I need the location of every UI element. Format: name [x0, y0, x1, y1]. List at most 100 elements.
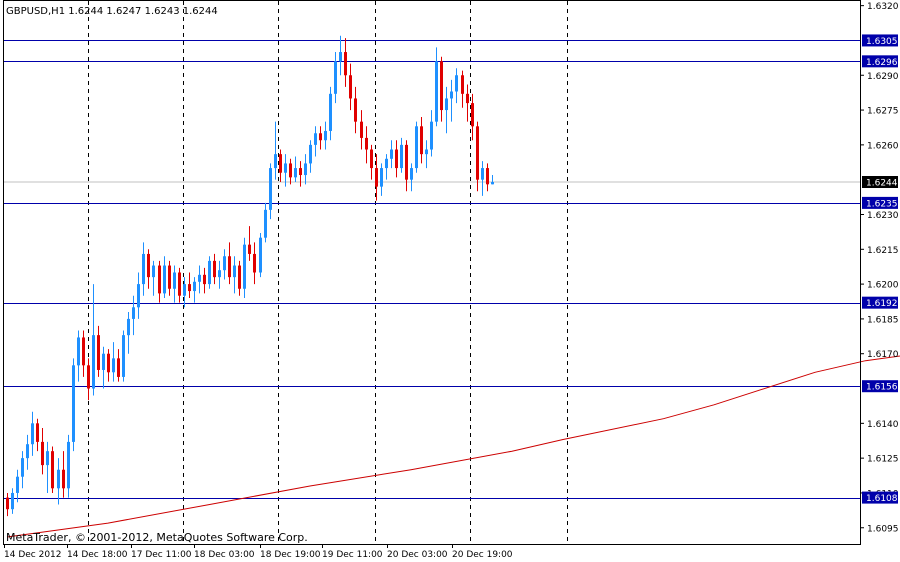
price-tick-label: 1.6125 — [867, 455, 899, 465]
candle-body — [264, 209, 267, 238]
candle-body — [248, 244, 251, 254]
candle-body — [168, 265, 171, 289]
price-tick-label: 1.6170 — [867, 350, 899, 360]
time-tick-label: 14 Dec 2012 — [4, 550, 62, 560]
candle-body — [107, 353, 110, 373]
candle-body — [354, 98, 357, 122]
candle-body — [390, 149, 393, 159]
candle-body — [203, 274, 206, 285]
candle-body — [117, 358, 120, 377]
candle-body — [21, 458, 24, 477]
candle-body — [360, 121, 363, 138]
candle-body — [430, 121, 433, 150]
candle-body — [31, 423, 34, 445]
candle-body — [11, 492, 14, 510]
candle — [72, 358, 75, 452]
candle-body — [471, 103, 474, 127]
candle-body — [253, 253, 256, 273]
candle-body — [445, 98, 448, 111]
candle-body — [82, 337, 85, 366]
candle-body — [415, 126, 418, 169]
candle-body — [284, 163, 287, 173]
time-tick-label: 19 Dec 11:00 — [322, 550, 383, 560]
candle-body — [334, 61, 337, 94]
candle-body — [450, 91, 453, 99]
candle-body — [72, 365, 75, 442]
candle-body — [137, 284, 140, 308]
candle-body — [395, 149, 398, 169]
candle — [415, 121, 418, 173]
candle-body — [435, 61, 438, 122]
price-chart[interactable]: 1.6320 1.6290 1.6275 1.6260 1.6230 1.6215 1.62… — [0, 0, 900, 562]
price-tick-label: 1.6290 — [867, 72, 899, 82]
candle-body — [6, 497, 9, 510]
candle-body — [238, 265, 241, 289]
level-tag-5-label: 1.6108 — [866, 494, 898, 504]
price-tick-label: 1.6230 — [867, 211, 899, 221]
candle-body — [299, 168, 302, 176]
price-tick-label: 1.6260 — [867, 141, 899, 151]
candle-body — [147, 253, 150, 278]
candle-body — [87, 365, 90, 389]
candle-body — [163, 265, 166, 294]
time-tick-label: 17 Dec 11:00 — [131, 550, 192, 560]
time-tick-label: 14 Dec 18:00 — [67, 550, 128, 560]
candle-body — [92, 335, 95, 389]
candle-body — [269, 168, 272, 210]
candle-body — [294, 168, 297, 178]
candle-body — [36, 423, 39, 442]
candle-body — [198, 274, 201, 282]
chart-background — [0, 0, 900, 562]
candle-body — [77, 337, 80, 366]
candle-body — [455, 75, 458, 92]
candle-body — [339, 52, 342, 62]
candle-body — [62, 469, 65, 489]
candle-body — [349, 75, 352, 99]
candle-body — [132, 307, 135, 319]
candle-body — [319, 133, 322, 141]
candle-body — [243, 244, 246, 289]
candle-body — [425, 149, 428, 155]
candle-body — [385, 158, 388, 169]
candle-body — [304, 163, 307, 176]
candle — [122, 330, 125, 382]
candle-body — [183, 284, 186, 296]
candle-body — [440, 61, 443, 111]
candle-body — [274, 154, 277, 169]
price-tick-label: 1.6215 — [867, 246, 899, 256]
candle-body — [46, 451, 49, 466]
candle-body — [188, 284, 191, 292]
candle-body — [329, 93, 332, 131]
candle-body — [259, 237, 262, 273]
candle-body — [380, 168, 383, 187]
candle-body — [466, 93, 469, 104]
current-price-tag-label: 1.6244 — [866, 179, 898, 189]
candle — [208, 256, 211, 289]
level-tag-4-label: 1.6156 — [866, 383, 898, 393]
candle-body — [314, 133, 317, 145]
credit-text: MetaTrader, © 2001-2012, MetaQuotes Soft… — [6, 531, 308, 544]
candle-body — [97, 335, 100, 370]
candle-body — [279, 154, 282, 173]
level-tag-3-label: 1.6192 — [866, 299, 898, 309]
price-tick-label: 1.6320 — [867, 2, 899, 12]
candle-body — [405, 144, 408, 180]
candle-body — [57, 469, 60, 489]
candle-body — [324, 130, 327, 141]
candle-body — [370, 149, 373, 169]
time-tick-label: 18 Dec 19:00 — [260, 550, 321, 560]
candle-body — [213, 260, 216, 278]
candle-body — [152, 265, 155, 278]
candle-body — [26, 444, 29, 459]
level-tag-0-label: 1.6305 — [866, 37, 898, 47]
price-tick-label: 1.6275 — [867, 107, 899, 117]
candle-body — [491, 182, 494, 185]
candle-body — [142, 253, 145, 285]
candle-body — [400, 144, 403, 169]
candle-body — [410, 168, 413, 180]
candle-body — [375, 168, 378, 187]
candle-body — [67, 441, 70, 489]
candle-body — [344, 52, 347, 76]
chart-title: GBPUSD,H1 1.6244 1.6247 1.6243 1.6244 — [6, 6, 218, 17]
candle-body — [218, 270, 221, 278]
